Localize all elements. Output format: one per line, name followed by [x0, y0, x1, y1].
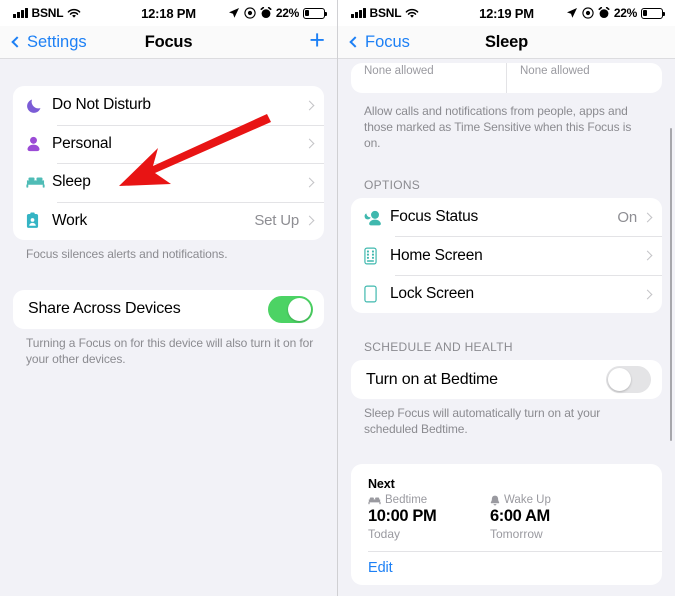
share-footnote: Turning a Focus on for this device will …: [26, 335, 314, 366]
focus-row-sleep[interactable]: Sleep: [13, 163, 324, 202]
toggle-knob: [287, 297, 312, 322]
right-content: None allowed None allowed Allow calls an…: [338, 59, 675, 596]
focus-row-label: Do Not Disturb: [52, 96, 151, 114]
focus-row-label: Work: [52, 211, 88, 229]
chevron-right-icon: [642, 212, 653, 223]
toggle-knob: [607, 367, 632, 392]
bed-icon: [26, 175, 52, 189]
left-content: Do Not Disturb Personal Sleep Work Set U…: [0, 59, 337, 596]
screenshot-root: BSNL 12:18 PM 22% Settings Focus + Do No…: [0, 0, 675, 596]
battery-icon: [303, 7, 327, 19]
focus-row-personal[interactable]: Personal: [13, 124, 324, 164]
bedtime-column: Bedtime 10:00 PM Today: [368, 494, 490, 541]
battery-percent-label: 22%: [275, 6, 299, 20]
alarm-clock-icon: [598, 7, 610, 18]
left-nav-bar: Settings Focus +: [0, 26, 337, 59]
wakeup-day: Tomorrow: [490, 527, 543, 542]
bedtime-label: Bedtime: [385, 494, 428, 507]
location-arrow-icon: [566, 8, 577, 18]
allow-footnote: Allow calls and notifications from peopl…: [364, 104, 632, 150]
wakeup-column: Wake Up 6:00 AM Tomorrow: [490, 494, 612, 541]
chevron-right-icon: [304, 177, 315, 188]
turn-on-at-bedtime-row[interactable]: Turn on at Bedtime: [351, 360, 662, 399]
focus-list-card: Do Not Disturb Personal Sleep Work Set U…: [13, 86, 324, 240]
bed-icon: [368, 497, 381, 504]
focus-status-icon: [364, 209, 390, 226]
chevron-right-icon: [304, 100, 315, 111]
status-bar-right: 22%: [228, 6, 327, 20]
share-across-devices-toggle[interactable]: [268, 295, 313, 323]
location-arrow-icon: [228, 8, 239, 18]
focus-circle-icon: [244, 7, 256, 19]
battery-icon: [641, 7, 665, 19]
right-status-bar: BSNL 12:19 PM 22%: [338, 0, 675, 26]
right-nav-bar: Focus Sleep: [338, 26, 675, 59]
bedtime-card: Turn on at Bedtime: [351, 360, 662, 400]
left-phone-screen: BSNL 12:18 PM 22% Settings Focus + Do No…: [0, 0, 337, 596]
wakeup-label-row: Wake Up: [490, 494, 612, 506]
bedtime-footnote: Sleep Focus will automatically turn on a…: [364, 406, 601, 437]
status-bar-right: 22%: [566, 6, 665, 20]
focus-row-value: Set Up: [254, 212, 299, 230]
bell-icon: [490, 495, 500, 506]
right-phone-screen: BSNL 12:19 PM 22% Focus Sleep None allow…: [338, 0, 675, 596]
page-title: Focus: [144, 32, 193, 51]
wakeup-label: Wake Up: [504, 494, 551, 507]
lock-screen-icon: [364, 285, 390, 303]
moon-icon: [26, 97, 52, 114]
focus-row-work[interactable]: Work Set Up: [13, 201, 324, 241]
option-row-focus-status[interactable]: Focus Status On: [351, 198, 662, 237]
focus-footnote: Focus silences alerts and notifications.: [26, 247, 228, 261]
vertical-scrollbar[interactable]: [669, 128, 672, 441]
focus-row-label: Sleep: [52, 173, 91, 191]
options-card: Focus Status On Home Screen Lock Screen: [351, 197, 662, 314]
wakeup-time: 6:00 AM: [490, 507, 550, 526]
focus-row-do-not-disturb[interactable]: Do Not Disturb: [13, 86, 324, 125]
apps-allowed-value: None allowed: [520, 65, 590, 77]
bedtime-time: 10:00 PM: [368, 507, 437, 526]
allow-notifications-peek-card[interactable]: None allowed None allowed: [351, 63, 662, 93]
chevron-right-icon: [642, 250, 653, 261]
focus-circle-icon: [582, 7, 594, 19]
chevron-right-icon: [642, 289, 653, 300]
chevron-right-icon: [304, 215, 315, 226]
bedtime-label-row: Bedtime: [368, 494, 490, 506]
chevron-right-icon: [304, 138, 315, 149]
turn-on-at-bedtime-toggle[interactable]: [606, 366, 651, 394]
share-across-devices-card: Share Across Devices: [13, 289, 324, 329]
schedule-section-header: SCHEDULE AND HEALTH: [364, 340, 513, 355]
option-row-lock-screen[interactable]: Lock Screen: [351, 274, 662, 314]
person-icon: [26, 136, 52, 152]
option-row-home-screen[interactable]: Home Screen: [351, 236, 662, 275]
option-row-label: Home Screen: [390, 246, 483, 264]
next-label: Next: [368, 477, 395, 492]
option-row-value: On: [617, 208, 637, 226]
edit-schedule-button[interactable]: Edit: [351, 552, 662, 585]
option-row-label: Lock Screen: [390, 285, 474, 303]
turn-on-at-bedtime-label: Turn on at Bedtime: [366, 370, 498, 388]
focus-row-label: Personal: [52, 134, 112, 152]
next-schedule-inner: Next Bedtime 10:00 PM Today Wake Up 6:00…: [351, 464, 662, 551]
share-across-devices-row[interactable]: Share Across Devices: [13, 290, 324, 329]
bedtime-day: Today: [368, 527, 401, 542]
options-section-header: OPTIONS: [364, 177, 421, 192]
alarm-clock-icon: [260, 7, 272, 18]
people-allowed-value: None allowed: [364, 65, 434, 77]
battery-percent-label: 22%: [613, 6, 637, 20]
page-title: Sleep: [484, 32, 529, 51]
next-columns: Bedtime 10:00 PM Today Wake Up 6:00 AM T…: [368, 494, 662, 541]
home-screen-icon: [364, 247, 390, 265]
left-status-bar: BSNL 12:18 PM 22%: [0, 0, 337, 26]
share-across-devices-label: Share Across Devices: [28, 300, 181, 318]
add-focus-button[interactable]: +: [309, 27, 325, 54]
next-schedule-card: Next Bedtime 10:00 PM Today Wake Up 6:00…: [351, 464, 662, 586]
option-row-label: Focus Status: [390, 208, 479, 226]
badge-icon: [26, 212, 52, 229]
